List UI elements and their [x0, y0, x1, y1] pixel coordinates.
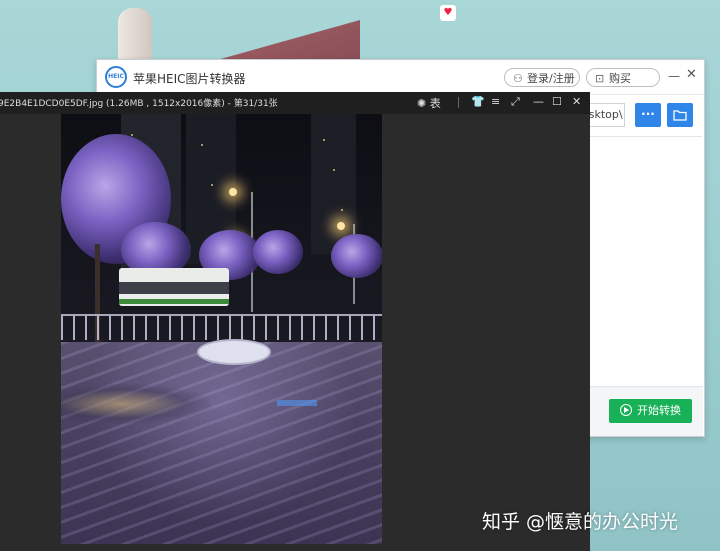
photo-watermark	[277, 400, 317, 406]
start-convert-button[interactable]: 开始转换	[609, 399, 692, 423]
round-planter	[197, 339, 271, 365]
road-fence	[61, 314, 382, 340]
night-snow-photo[interactable]	[61, 114, 382, 544]
start-convert-label: 开始转换	[637, 404, 681, 417]
viewer-titlebar[interactable]: 9E2B4E1DCD0E5DF.jpg (1.26MB , 1512x2016像…	[0, 92, 590, 114]
buy-button[interactable]: ⊡ 购买	[586, 68, 660, 87]
street-lamp	[337, 222, 345, 230]
heic-logo-icon: HEIC	[105, 66, 127, 88]
menu-button[interactable]: ≡	[491, 95, 500, 108]
folder-icon	[673, 110, 687, 121]
tray-shirt-icon[interactable]: ♥	[440, 5, 456, 21]
bus-stripe	[119, 299, 229, 304]
theme-button[interactable]: ✺ 表	[417, 95, 441, 111]
zhihu-watermark: 知乎 @惬意的办公时光	[482, 511, 679, 533]
titlebar-divider	[458, 97, 459, 108]
theme-label: 表	[429, 97, 441, 110]
building	[311, 114, 356, 254]
bus-windows	[119, 282, 229, 294]
login-register-button[interactable]: ⚇ 登录/注册	[504, 68, 580, 87]
file-list-area[interactable]	[590, 136, 702, 387]
play-icon	[620, 404, 632, 416]
converter-close-button[interactable]: ✕	[686, 67, 697, 82]
cart-icon: ⊡	[595, 72, 605, 85]
converter-minimize-button[interactable]: —	[668, 69, 680, 83]
lamp-reflection	[61, 384, 211, 424]
skin-button[interactable]: 👕	[471, 95, 485, 108]
browse-more-button[interactable]: ···	[635, 103, 661, 127]
viewer-maximize-button[interactable]: ☐	[552, 95, 562, 108]
login-register-label: 登录/注册	[527, 72, 575, 85]
wallpaper-tower	[118, 8, 152, 63]
buy-label: 购买	[609, 72, 631, 85]
snowy-tree	[253, 230, 303, 274]
converter-titlebar[interactable]: HEIC 苹果HEIC图片转换器 ⚇ 登录/注册 ⊡ 购买 — ✕	[97, 60, 704, 95]
city-bus	[119, 268, 229, 306]
street-lamp	[229, 188, 237, 196]
open-folder-button[interactable]	[667, 103, 693, 127]
snowy-road	[61, 342, 382, 544]
viewer-close-button[interactable]: ✕	[572, 95, 581, 108]
fullscreen-button[interactable]: ⤢	[511, 95, 520, 109]
viewer-file-info: 9E2B4E1DCD0E5DF.jpg (1.26MB , 1512x2016像…	[0, 99, 278, 109]
converter-title: 苹果HEIC图片转换器	[133, 72, 246, 86]
viewer-minimize-button[interactable]: —	[533, 95, 544, 108]
user-icon: ⚇	[513, 72, 523, 85]
gear-icon: ✺	[417, 97, 427, 110]
snowy-tree	[331, 234, 382, 278]
